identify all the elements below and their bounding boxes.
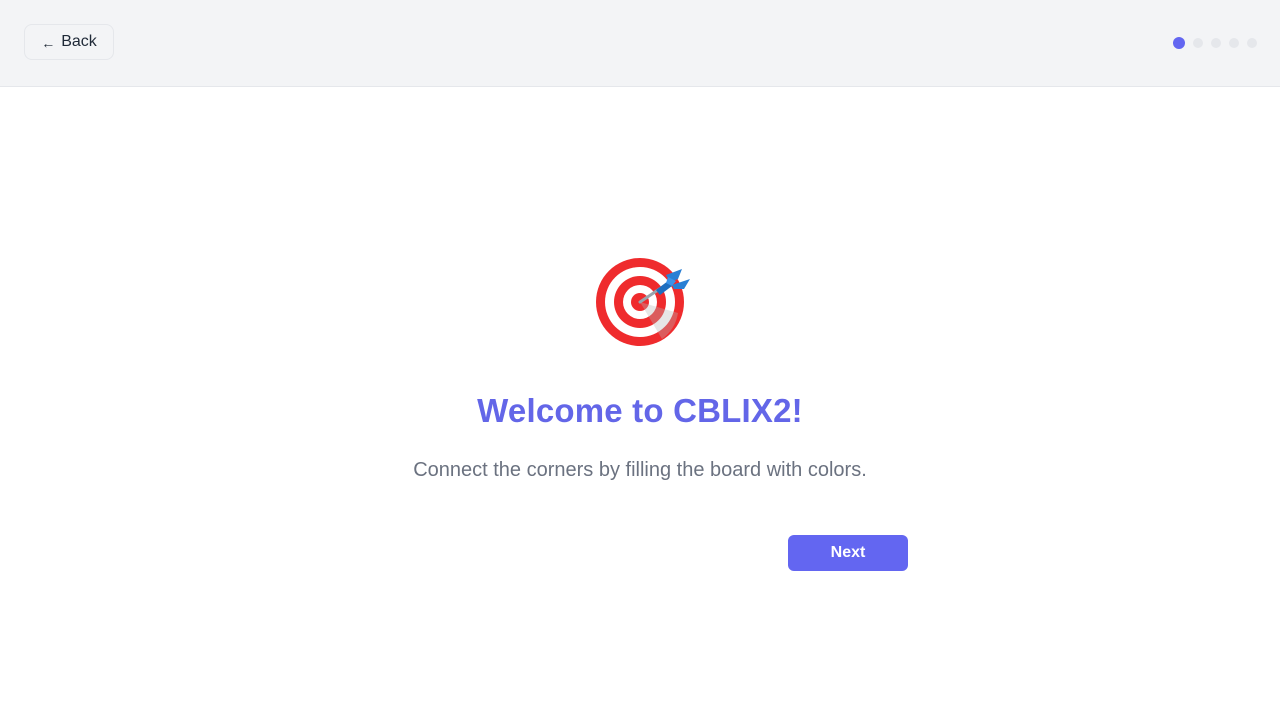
welcome-subtitle: Connect the corners by filling the board…: [413, 459, 867, 481]
back-button[interactable]: ← Back: [24, 24, 114, 60]
step-dot-5: [1247, 38, 1257, 48]
left-arrow-icon: ←: [41, 35, 56, 51]
top-bar: ← Back: [0, 0, 1280, 87]
next-button[interactable]: Next: [788, 535, 908, 571]
step-dot-2: [1193, 38, 1203, 48]
step-dot-1-active: [1173, 37, 1185, 49]
back-button-label: Back: [61, 33, 97, 50]
step-dot-4: [1229, 38, 1239, 48]
welcome-title: Welcome to CBLIX2!: [477, 392, 803, 429]
onboarding-content: Welcome to CBLIX2! Connect the corners b…: [0, 87, 1280, 720]
step-dot-3: [1211, 38, 1221, 48]
step-progress-indicator: [1173, 37, 1257, 49]
target-dart-icon: [596, 258, 690, 346]
